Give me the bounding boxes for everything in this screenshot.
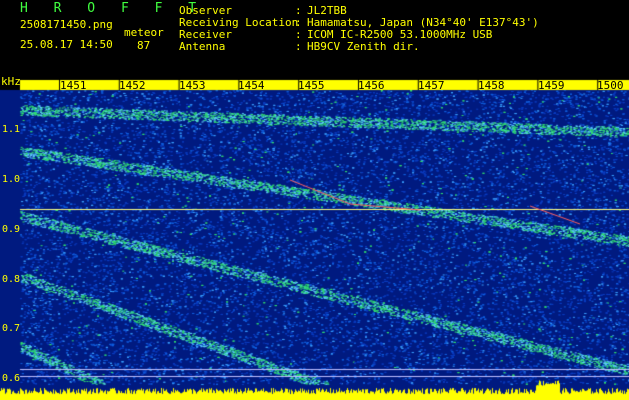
y-tick-label: 0.7 — [2, 323, 21, 334]
filename-label: 2508171450.png — [20, 18, 113, 31]
colon-4: : — [295, 40, 302, 53]
y-axis-unit: kHz — [1, 75, 21, 88]
spectrogram-canvas — [0, 76, 629, 400]
y-tick-label: 0.6 — [2, 373, 21, 384]
header-panel: H R O F F T 2508171450.png 25.08.17 14:5… — [0, 0, 629, 75]
x-tick-label: 1452 — [119, 79, 146, 92]
x-tick-label: 1454 — [238, 79, 265, 92]
x-tick-label: 1451 — [60, 79, 87, 92]
y-tick-label: 1.1 — [2, 124, 21, 135]
app-title: H R O F F T — [20, 1, 206, 16]
x-tick-label: 1455 — [298, 79, 325, 92]
y-tick-label: 0.9 — [2, 224, 21, 235]
y-tick-label: 1.0 — [2, 174, 21, 185]
y-tick-label: 0.8 — [2, 274, 21, 285]
x-tick-label: 1500 — [597, 79, 624, 92]
datetime-label: 25.08.17 14:50 — [20, 38, 113, 51]
x-tick-label: 1459 — [538, 79, 565, 92]
x-tick-label: 1453 — [179, 79, 206, 92]
x-tick-label: 1457 — [418, 79, 445, 92]
counter-value: 87 — [137, 39, 151, 52]
x-tick-label: 1458 — [478, 79, 505, 92]
counter-label: meteor — [124, 26, 164, 39]
antenna-label: Antenna — [179, 40, 226, 53]
x-tick-label: 1456 — [358, 79, 385, 92]
antenna-value: HB9CV Zenith dir. — [307, 40, 420, 53]
